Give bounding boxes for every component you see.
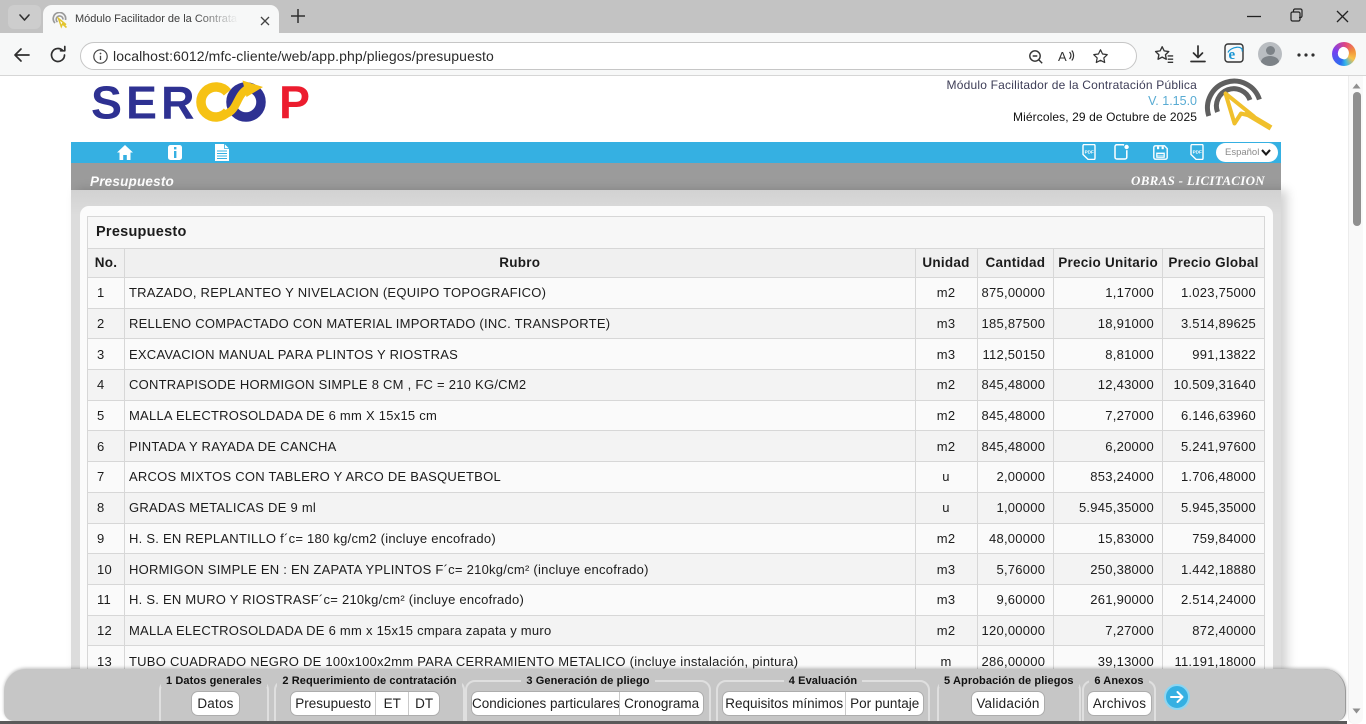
svg-text:SER: SER bbox=[91, 77, 199, 129]
svg-text:P: P bbox=[279, 77, 310, 129]
svg-text:PDF: PDF bbox=[1085, 149, 1094, 154]
svg-text:e: e bbox=[1229, 47, 1236, 63]
svg-text:A: A bbox=[1058, 49, 1067, 64]
svg-text:PDF: PDF bbox=[1193, 149, 1202, 154]
